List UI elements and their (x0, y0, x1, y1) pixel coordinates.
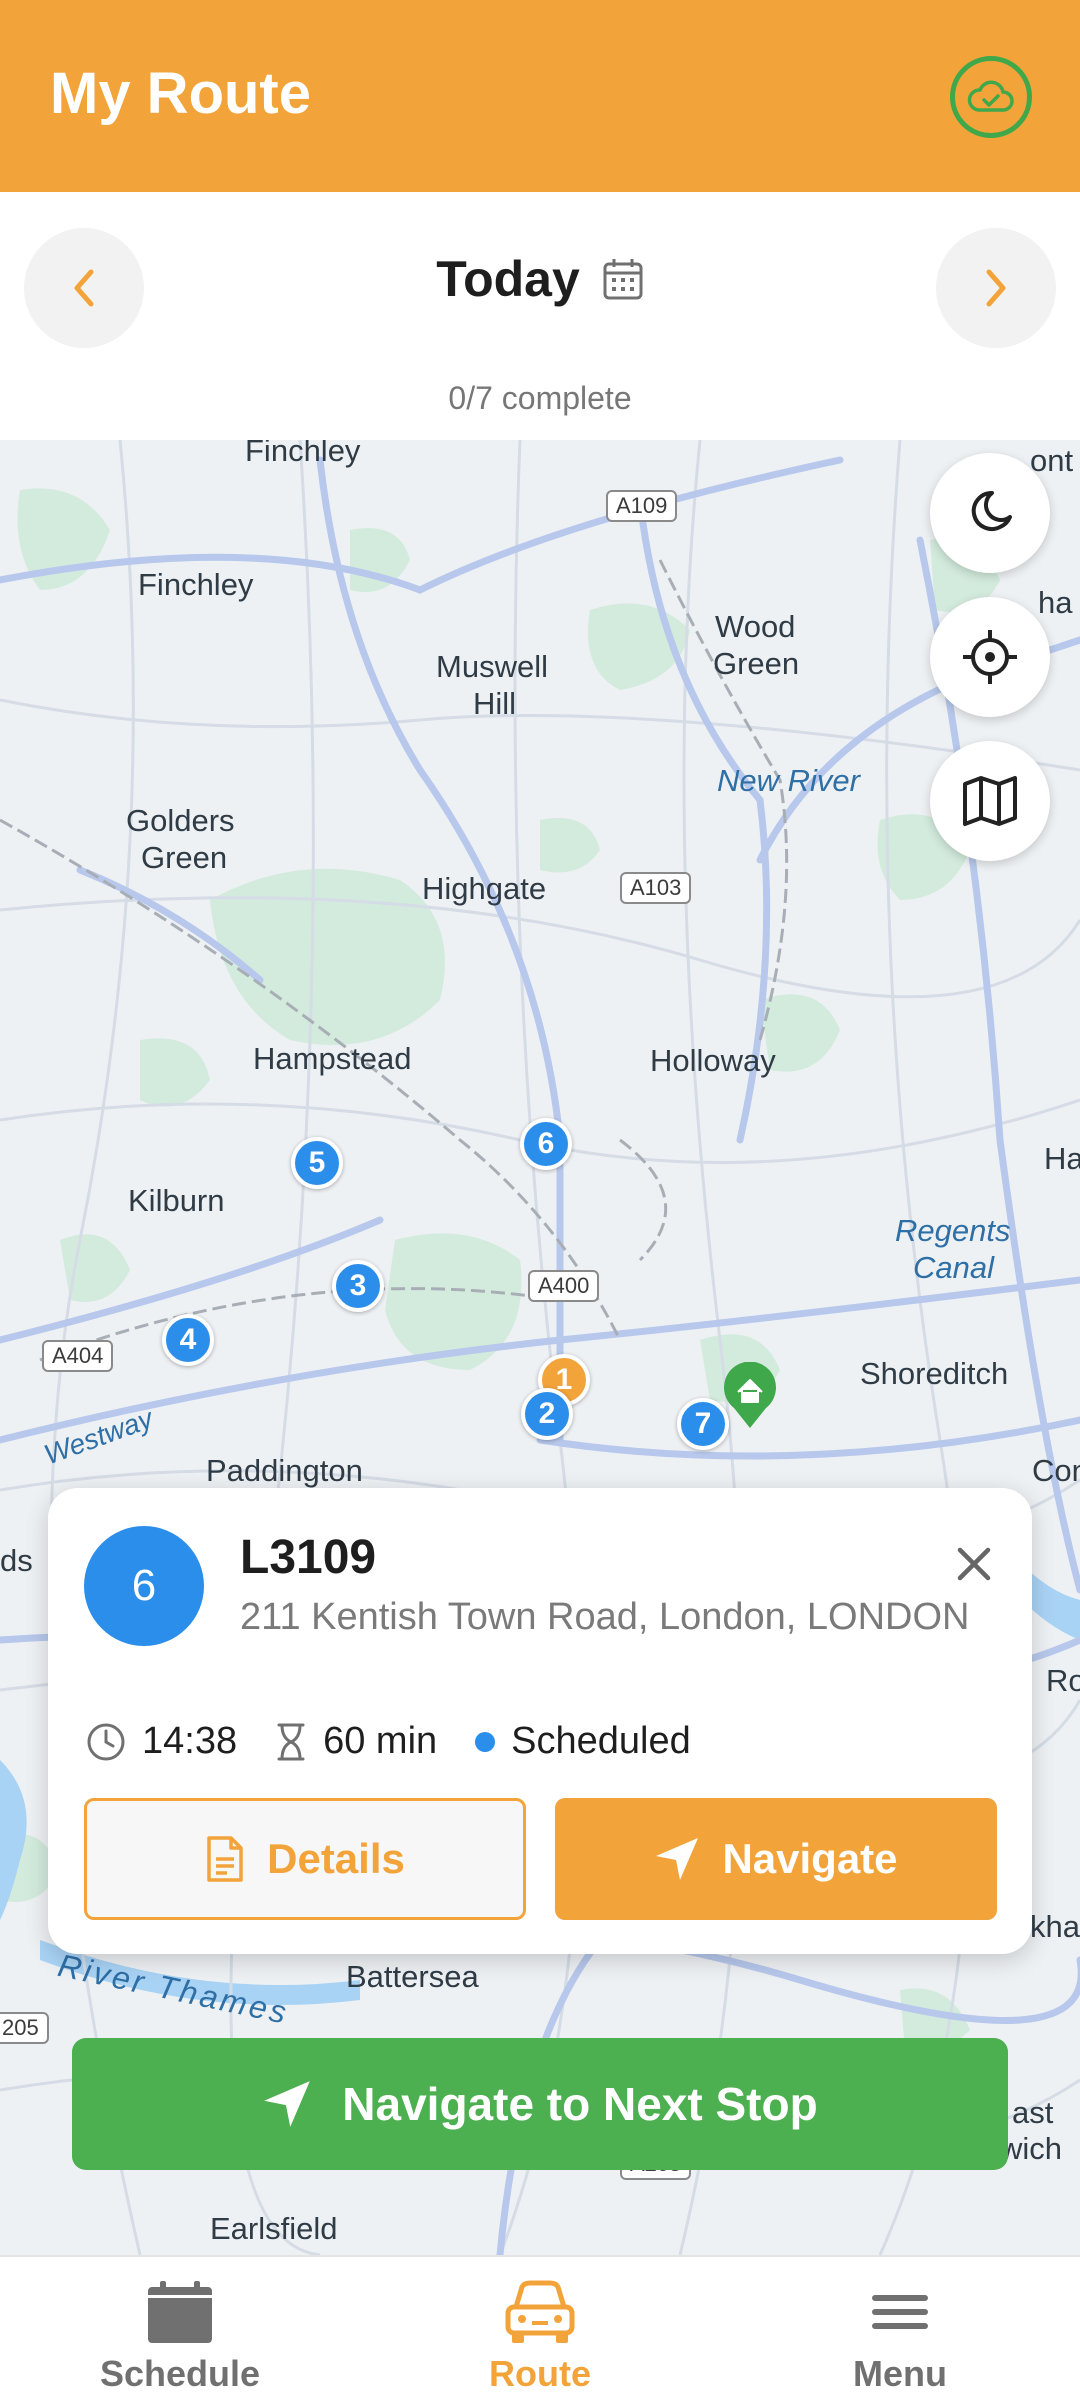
place-label: Wood (715, 609, 796, 644)
navigate-next-stop-label: Navigate to Next Stop (342, 2078, 818, 2130)
date-label: Today (436, 251, 580, 307)
place-label: ont (1030, 443, 1074, 478)
stop-name: L3109 (240, 1531, 377, 1584)
tab-menu-label: Menu (853, 2353, 947, 2394)
navigate-button[interactable]: Navigate (555, 1798, 997, 1920)
app-header: My Route (0, 0, 1080, 192)
date-bar: Today 0/7 complete (0, 192, 1080, 440)
page-title: My Route (50, 61, 311, 126)
place-label: Green (713, 646, 800, 681)
place-label: wich (1000, 2131, 1063, 2166)
close-card-button[interactable] (946, 1536, 1002, 1592)
date-selector[interactable]: Today (0, 250, 1080, 308)
navigate-next-stop-button[interactable]: Navigate to Next Stop (72, 2038, 1008, 2170)
tab-schedule-label: Schedule (99, 2353, 261, 2394)
place-label: ast (1012, 2095, 1054, 2130)
water-label: New River (717, 763, 860, 798)
tab-route[interactable]: Route (360, 2257, 720, 2402)
place-label: Battersea (346, 1959, 479, 1994)
stop-time: 14:38 (86, 1720, 237, 1763)
place-label: Highgate (422, 871, 547, 906)
bottom-navigation: Schedule Route Menu (0, 2255, 1080, 2402)
car-icon (505, 2280, 575, 2343)
water-label: Canal (913, 1250, 994, 1285)
tab-menu[interactable]: Menu (720, 2257, 1080, 2402)
close-icon (957, 1547, 991, 1581)
tab-route-label: Route (489, 2353, 591, 2394)
road-shield: A109 (606, 490, 678, 522)
road-shield: 205 (0, 2012, 49, 2044)
next-day-button[interactable] (936, 228, 1056, 348)
tab-schedule[interactable]: Schedule (0, 2257, 360, 2402)
navigation-arrow-icon (264, 2081, 311, 2127)
document-icon (207, 1836, 243, 1882)
place-label: Green (141, 840, 228, 875)
map-layers-button[interactable] (930, 741, 1050, 861)
place-label: Holloway (650, 1043, 776, 1078)
stop-marker-5[interactable]: 5 (291, 1137, 343, 1189)
water-label: Regents (895, 1213, 1011, 1248)
stop-number-badge: 6 (84, 1526, 204, 1646)
navigate-button-label: Navigate (722, 1835, 898, 1882)
place-label: Ro (1046, 1663, 1080, 1698)
moon-icon (971, 490, 1012, 531)
stop-marker-2[interactable]: 2 (521, 1388, 573, 1440)
place-label: Con (1032, 1453, 1080, 1488)
map-icon (963, 776, 1017, 826)
place-label: Muswell (436, 649, 548, 684)
road-shield: A400 (528, 1270, 600, 1302)
place-label: Shoreditch (860, 1356, 1009, 1391)
crosshair-icon (963, 630, 1017, 684)
stop-duration: 60 min (275, 1720, 437, 1763)
details-button-label: Details (267, 1835, 405, 1882)
place-label: ds (0, 1543, 33, 1578)
app-root: My Route Today 0/7 complete Finchley Fin… (0, 0, 1080, 2402)
stop-meta-row: 14:38 60 min Scheduled (86, 1720, 729, 1763)
place-label: Golders (126, 803, 235, 838)
sync-button[interactable] (950, 56, 1032, 138)
calendar-icon (148, 2281, 212, 2343)
place-label: kha (1030, 1909, 1080, 1944)
stop-marker-3[interactable]: 3 (332, 1260, 384, 1312)
route-progress: 0/7 complete (448, 380, 632, 416)
place-label: ha (1038, 585, 1073, 620)
dark-mode-button[interactable] (930, 453, 1050, 573)
navigation-arrow-icon (656, 1838, 699, 1880)
clock-icon (87, 1723, 125, 1760)
stop-status: Scheduled (475, 1720, 691, 1763)
road-shield: A103 (620, 872, 692, 904)
locate-me-button[interactable] (930, 597, 1050, 717)
place-label: Hill (473, 686, 517, 721)
stop-time-value: 14:38 (142, 1720, 238, 1762)
place-label: Finchley (245, 440, 361, 468)
stop-duration-value: 60 min (323, 1720, 438, 1762)
chevron-right-icon (986, 269, 1006, 307)
stop-status-value: Scheduled (511, 1720, 691, 1762)
stop-marker-6[interactable]: 6 (520, 1118, 572, 1170)
home-pin-icon[interactable] (722, 1362, 778, 1430)
place-label: Earlsfield (210, 2211, 338, 2246)
place-label: Ha (1044, 1141, 1080, 1176)
hamburger-menu-icon (872, 2295, 928, 2329)
place-label: Kilburn (128, 1183, 225, 1218)
stop-detail-card: 6 L3109 211 Kentish Town Road, London, L… (48, 1488, 1032, 1954)
road-shield: A404 (42, 1340, 114, 1372)
stop-address: 211 Kentish Town Road, London, LONDON (240, 1596, 970, 1638)
hourglass-icon (277, 1723, 305, 1760)
place-label: Hampstead (253, 1041, 412, 1076)
details-button[interactable]: Details (84, 1798, 526, 1920)
stop-marker-4[interactable]: 4 (162, 1314, 214, 1366)
route-map[interactable]: Finchley Finchley Wood Green Muswell Hil… (0, 440, 1080, 2255)
status-dot (475, 1731, 496, 1752)
cloud-check-icon (967, 80, 1014, 112)
calendar-icon (603, 259, 643, 300)
place-label: Finchley (138, 567, 254, 602)
place-label: Paddington (206, 1453, 363, 1488)
